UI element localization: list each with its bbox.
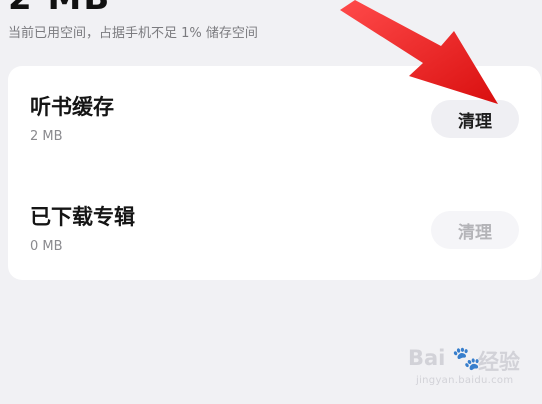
- storage-total-heading: 2 MB: [8, 0, 111, 18]
- watermark-brand-right: 经验: [478, 350, 520, 374]
- storage-summary-text: 当前已用空间，占据手机不足 1% 储存空间: [8, 26, 258, 41]
- audio-cache-title: 听书缓存: [30, 95, 114, 119]
- audio-cache-size: 2 MB: [30, 129, 63, 144]
- cache-card: 听书缓存 2 MB 清理 已下载专辑 0 MB 清理: [8, 66, 541, 280]
- watermark-brand-left: Bai: [408, 346, 446, 370]
- downloaded-albums-title: 已下载专辑: [30, 205, 135, 229]
- paw-icon: 🐾: [452, 346, 481, 372]
- clean-downloaded-albums-button[interactable]: 清理: [431, 211, 519, 249]
- watermark-url: jingyan.baidu.com: [416, 375, 514, 386]
- downloaded-albums-size: 0 MB: [30, 239, 63, 254]
- downloaded-albums-row: 已下载专辑 0 MB 清理: [8, 196, 541, 296]
- audio-cache-row: 听书缓存 2 MB 清理: [8, 86, 541, 186]
- baidu-jingyan-watermark: Bai 🐾 经验 jingyan.baidu.com: [408, 344, 524, 390]
- clean-audio-cache-button[interactable]: 清理: [431, 100, 519, 138]
